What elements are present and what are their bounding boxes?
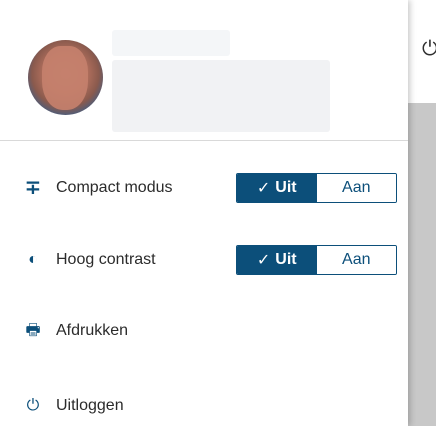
menu-item-logout[interactable]: ⏻ Uitloggen <box>0 391 408 421</box>
compact-mode-toggle: ✓ Uit Aan <box>236 173 397 203</box>
high-contrast-toggle: ✓ Uit Aan <box>236 245 397 275</box>
page-content-area <box>408 103 436 426</box>
print-label: Afdrukken <box>56 322 129 339</box>
menu-item-high-contrast: ◐ Hoog contrast ✓ Uit Aan <box>0 245 408 275</box>
logout-label: Uitloggen <box>56 397 124 414</box>
topbar-power-icon[interactable]: ⏻ <box>422 38 436 60</box>
check-icon: ✓ <box>256 180 271 197</box>
printer-icon: 🖶 <box>25 322 41 339</box>
avatar-photo <box>42 46 88 110</box>
user-name-redacted <box>112 30 230 56</box>
check-icon: ✓ <box>256 252 271 269</box>
menu-item-print[interactable]: 🖶 Afdrukken <box>0 316 408 346</box>
compact-icon: ∓ <box>24 177 42 199</box>
compact-mode-on-label: Aan <box>342 179 371 196</box>
compact-mode-off-label: Uit <box>275 179 297 196</box>
user-details-redacted <box>112 60 330 132</box>
menu-item-compact-mode: ∓ Compact modus ✓ Uit Aan <box>0 173 408 203</box>
power-icon: ⏻ <box>26 397 40 414</box>
compact-mode-off-option[interactable]: ✓ Uit <box>237 174 317 202</box>
profile-header <box>0 0 408 140</box>
high-contrast-off-option[interactable]: ✓ Uit <box>237 246 317 274</box>
high-contrast-on-option[interactable]: Aan <box>316 246 396 274</box>
high-contrast-on-label: Aan <box>342 251 371 268</box>
high-contrast-off-label: Uit <box>275 251 297 268</box>
high-contrast-label: Hoog contrast <box>56 251 156 268</box>
compact-mode-on-option[interactable]: Aan <box>316 174 396 202</box>
divider <box>0 140 408 141</box>
compact-mode-label: Compact modus <box>56 179 173 196</box>
contrast-icon: ◐ <box>28 251 38 268</box>
avatar <box>28 40 103 115</box>
user-menu-panel: ∓ Compact modus ✓ Uit Aan ◐ Hoog contras… <box>0 0 408 426</box>
